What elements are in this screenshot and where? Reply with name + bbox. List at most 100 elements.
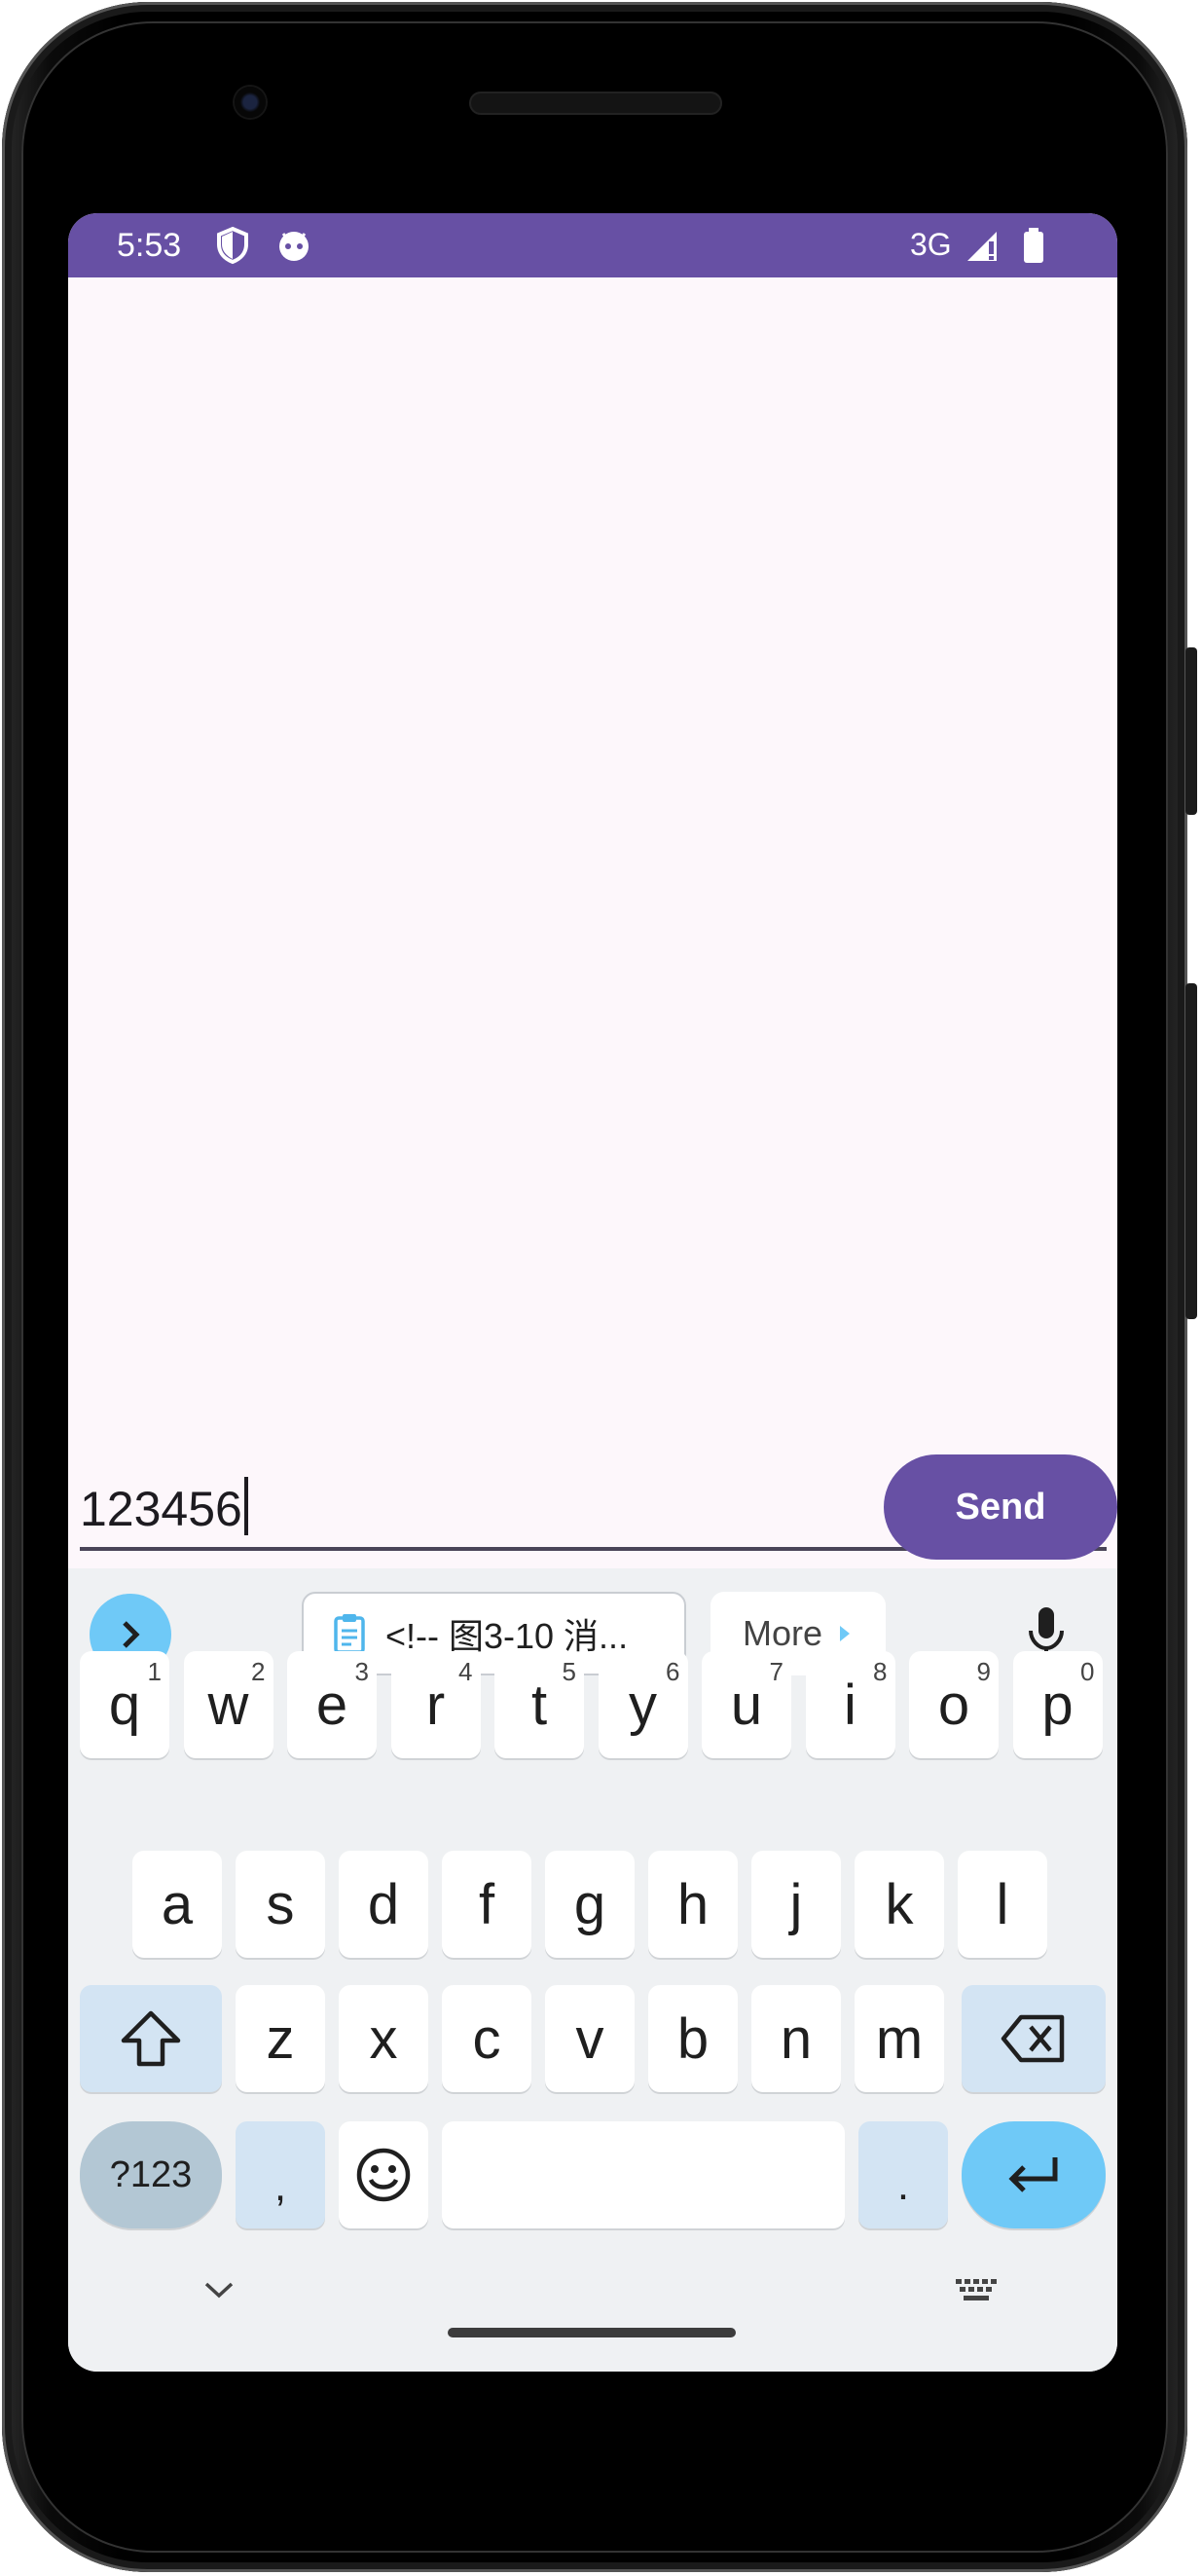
key-label: o (937, 1673, 970, 1737)
network-type: 3G (910, 227, 952, 262)
key-label: g (573, 1872, 606, 1936)
key-label: u (730, 1673, 763, 1737)
shift-key[interactable] (80, 1985, 222, 2092)
key-label: p (1041, 1673, 1074, 1737)
key-label: k (885, 1872, 914, 1936)
key-label: x (369, 2006, 398, 2071)
message-input-value: 123456 (80, 1482, 242, 1536)
key-label: m (875, 2006, 924, 2071)
key-g[interactable]: g (545, 1851, 635, 1958)
front-camera (235, 87, 266, 118)
android-debug-icon (274, 226, 313, 270)
comma-label: , (273, 2162, 287, 2210)
space-key[interactable] (442, 2121, 845, 2228)
signal-icon (965, 226, 1001, 270)
key-number-hint: 5 (562, 1657, 576, 1686)
send-button[interactable]: Send (884, 1454, 1117, 1560)
screen: 5:53 3G 123456 Send <!-- 图3-10 消... More (68, 213, 1117, 2372)
key-number-hint: 3 (354, 1657, 369, 1686)
key-label: y (629, 1673, 657, 1737)
key-label: e (315, 1673, 348, 1737)
more-label: More (743, 1613, 823, 1653)
key-d[interactable]: d (339, 1851, 428, 1958)
key-label: a (161, 1872, 194, 1936)
key-o[interactable]: o9 (909, 1651, 999, 1758)
key-label: j (789, 1872, 803, 1936)
key-c[interactable]: c (442, 1985, 531, 2092)
key-label: f (478, 1872, 495, 1936)
key-a[interactable]: a (132, 1851, 222, 1958)
key-j[interactable]: j (751, 1851, 841, 1958)
gesture-nav-handle[interactable] (448, 2328, 736, 2337)
backspace-key[interactable] (962, 1985, 1106, 2092)
key-h[interactable]: h (648, 1851, 738, 1958)
hide-keyboard-icon[interactable] (202, 2279, 236, 2305)
keyboard-switch-icon[interactable] (954, 2277, 999, 2309)
power-button (1185, 647, 1197, 815)
key-label: l (996, 1872, 1009, 1936)
emoji-key[interactable] (339, 2121, 428, 2228)
triangle-right-icon (840, 1626, 851, 1641)
key-number-hint: 9 (976, 1657, 991, 1686)
comma-key[interactable]: , (236, 2121, 325, 2228)
key-z[interactable]: z (236, 1985, 325, 2092)
clipboard-icon (334, 1614, 365, 1654)
chevron-right-icon (123, 1621, 140, 1648)
shift-icon (121, 2010, 181, 2067)
key-n[interactable]: n (751, 1985, 841, 2092)
enter-icon (1008, 2157, 1058, 2192)
message-input[interactable]: 123456 (80, 1477, 248, 1537)
enter-key[interactable] (962, 2121, 1106, 2228)
key-label: h (676, 1872, 710, 1936)
shield-icon (216, 226, 249, 270)
key-u[interactable]: u7 (702, 1651, 791, 1758)
text-caret (243, 1477, 248, 1535)
earpiece-speaker (469, 92, 722, 115)
key-number-hint: 0 (1080, 1657, 1095, 1686)
key-v[interactable]: v (545, 1985, 635, 2092)
key-s[interactable]: s (236, 1851, 325, 1958)
key-f[interactable]: f (442, 1851, 531, 1958)
key-e[interactable]: e3 (287, 1651, 377, 1758)
key-label: v (575, 2006, 604, 2071)
symbols-key[interactable]: ?123 (80, 2121, 222, 2228)
key-label: q (108, 1673, 141, 1737)
key-q[interactable]: q1 (80, 1651, 169, 1758)
key-label: d (367, 1872, 400, 1936)
emoji-icon (356, 2148, 411, 2202)
key-label: t (530, 1673, 548, 1737)
key-x[interactable]: x (339, 1985, 428, 2092)
key-t[interactable]: t5 (494, 1651, 584, 1758)
key-number-hint: 2 (251, 1657, 266, 1686)
key-label: c (472, 2006, 501, 2071)
key-p[interactable]: p0 (1012, 1651, 1103, 1758)
backspace-icon (1001, 2014, 1065, 2063)
message-area (68, 277, 1117, 1640)
key-label: i (844, 1673, 856, 1737)
key-m[interactable]: m (855, 1985, 944, 2092)
key-l[interactable]: l (958, 1851, 1047, 1958)
key-number-hint: 4 (458, 1657, 473, 1686)
key-w[interactable]: w2 (183, 1651, 273, 1758)
key-b[interactable]: b (648, 1985, 738, 2092)
key-label: s (266, 1872, 295, 1936)
key-number-hint: 8 (873, 1657, 888, 1686)
key-number-hint: 1 (147, 1657, 162, 1686)
period-label: . (896, 2161, 910, 2209)
status-time: 5:53 (117, 227, 182, 264)
key-number-hint: 6 (666, 1657, 680, 1686)
key-i[interactable]: i8 (805, 1651, 895, 1758)
soft-keyboard: <!-- 图3-10 消... More q1w2e3r4t5y6u7i8o9p… (68, 1568, 1117, 2372)
key-label: z (266, 2006, 295, 2071)
status-bar: 5:53 3G (68, 213, 1117, 277)
key-k[interactable]: k (855, 1851, 944, 1958)
key-r[interactable]: r4 (390, 1651, 481, 1758)
key-label: r (425, 1673, 446, 1737)
key-number-hint: 7 (769, 1657, 783, 1686)
period-key[interactable]: . (858, 2121, 948, 2228)
key-label: b (676, 2006, 710, 2071)
battery-icon (1022, 226, 1045, 270)
key-label: w (207, 1673, 249, 1737)
key-y[interactable]: y6 (598, 1651, 688, 1758)
key-label: n (780, 2006, 813, 2071)
